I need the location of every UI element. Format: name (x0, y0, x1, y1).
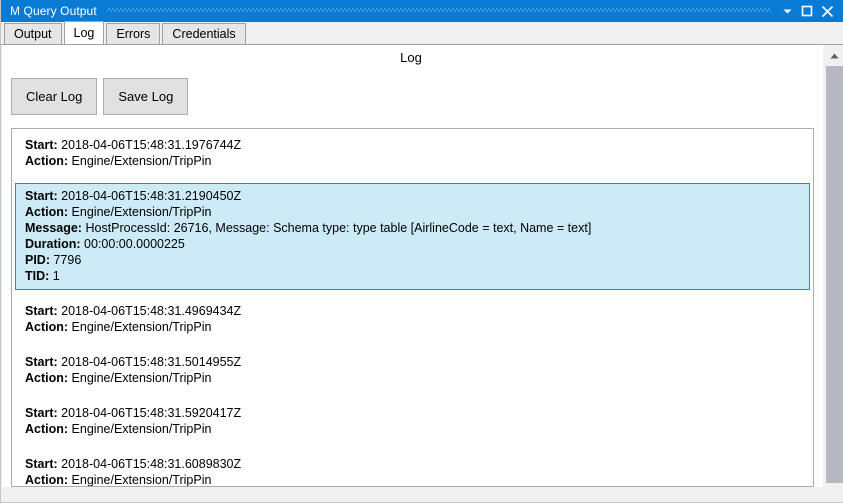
vertical-scrollbar[interactable] (823, 45, 843, 502)
log-entry-line: PID: 7796 (25, 252, 803, 268)
log-field-label: Start: (25, 457, 58, 471)
log-field-label: Action: (25, 154, 69, 168)
title-bar-grip (106, 0, 771, 22)
log-tab-panel: Log Clear Log Save Log Start: 2018-04-06… (2, 45, 843, 502)
log-entry-line: Start: 2018-04-06T15:48:31.1976744Z (25, 137, 803, 153)
title-bar[interactable]: M Query Output (1, 0, 843, 22)
log-entry-line: Start: 2018-04-06T15:48:31.6089830Z (25, 456, 803, 472)
log-entry[interactable]: Start: 2018-04-06T15:48:31.1976744Z Actio… (15, 132, 810, 175)
log-field-value: 2018-04-06T15:48:31.5920417Z (61, 406, 242, 420)
log-entry-line: Action: Engine/Extension/TripPin (25, 472, 803, 487)
log-entry-line: Action: Engine/Extension/TripPin (25, 370, 803, 386)
log-field-label: Action: (25, 320, 69, 334)
log-field-value: Engine/Extension/TripPin (71, 205, 212, 219)
log-field-value: Engine/Extension/TripPin (71, 154, 212, 168)
maximize-button[interactable] (797, 0, 817, 22)
log-field-value: 2018-04-06T15:48:31.6089830Z (61, 457, 242, 471)
log-entry-line: TID: 1 (25, 268, 803, 284)
log-field-label: Start: (25, 406, 58, 420)
log-entry-line: Start: 2018-04-06T15:48:31.5014955Z (25, 354, 803, 370)
window-title: M Query Output (10, 4, 97, 18)
log-field-label: Action: (25, 473, 69, 487)
log-entry-line: Start: 2018-04-06T15:48:31.2190450Z (25, 188, 803, 204)
log-entry-line: Action: Engine/Extension/TripPin (25, 319, 803, 335)
log-field-value: 7796 (53, 253, 82, 267)
log-field-label: Duration: (25, 237, 81, 251)
log-field-value: Engine/Extension/TripPin (71, 473, 212, 487)
log-entry-line: Action: Engine/Extension/TripPin (25, 421, 803, 437)
tab-credentials[interactable]: Credentials (162, 23, 246, 44)
close-button[interactable] (817, 0, 837, 22)
log-field-label: Action: (25, 422, 69, 436)
clear-log-button[interactable]: Clear Log (11, 78, 98, 115)
log-entry-line: Action: Engine/Extension/TripPin (25, 204, 803, 220)
log-field-value: Engine/Extension/TripPin (71, 371, 212, 385)
log-entry-line: Start: 2018-04-06T15:48:31.4969434Z (25, 303, 803, 319)
log-field-label: Start: (25, 189, 58, 203)
tab-log[interactable]: Log (63, 21, 105, 44)
minimize-button[interactable] (777, 0, 797, 22)
log-field-value: HostProcessId: 26716, Message: Schema ty… (85, 221, 592, 235)
tab-errors[interactable]: Errors (106, 23, 161, 44)
log-field-label: PID: (25, 253, 50, 267)
log-field-label: Message: (25, 221, 82, 235)
log-field-label: TID: (25, 269, 50, 283)
log-field-value: 2018-04-06T15:48:31.1976744Z (61, 138, 242, 152)
log-field-value: 2018-04-06T15:48:31.4969434Z (61, 304, 242, 318)
log-entry[interactable]: Start: 2018-04-06T15:48:31.5014955Z Actio… (15, 349, 810, 392)
log-entry-line: Duration: 00:00:00.0000225 (25, 236, 803, 252)
save-log-button[interactable]: Save Log (103, 78, 189, 115)
log-field-value: 2018-04-06T15:48:31.2190450Z (61, 189, 242, 203)
tab-strip: Output Log Errors Credentials (1, 21, 843, 45)
log-field-label: Start: (25, 138, 58, 152)
scroll-up-button[interactable] (826, 47, 843, 64)
log-field-value: 1 (52, 269, 60, 283)
page-title: Log (400, 50, 422, 65)
log-field-label: Start: (25, 355, 58, 369)
log-field-value: Engine/Extension/TripPin (71, 422, 212, 436)
log-field-label: Action: (25, 371, 69, 385)
log-entry[interactable]: Start: 2018-04-06T15:48:31.5920417Z Actio… (15, 400, 810, 443)
log-field-value: Engine/Extension/TripPin (71, 320, 212, 334)
tab-output[interactable]: Output (4, 23, 62, 44)
log-entry-list[interactable]: Start: 2018-04-06T15:48:31.1976744Z Actio… (11, 128, 814, 487)
log-field-value: 2018-04-06T15:48:31.5014955Z (61, 355, 242, 369)
m-query-output-window: M Query Output Output Log Errors Credent… (0, 0, 843, 503)
scrollbar-thumb[interactable] (826, 66, 843, 483)
window-bottom-strip (2, 487, 843, 502)
log-field-label: Start: (25, 304, 58, 318)
log-field-value: 00:00:00.0000225 (84, 237, 185, 251)
log-entry-line: Message: HostProcessId: 26716, Message: … (25, 220, 803, 236)
log-entry[interactable]: Start: 2018-04-06T15:48:31.4969434Z Actio… (15, 298, 810, 341)
log-entry-line: Action: Engine/Extension/TripPin (25, 153, 803, 169)
log-entry[interactable]: Start: 2018-04-06T15:48:31.6089830Z Actio… (15, 451, 810, 487)
log-field-label: Action: (25, 205, 69, 219)
log-toolbar: Clear Log Save Log (11, 78, 194, 115)
log-entry[interactable]: Start: 2018-04-06T15:48:31.2190450Z Actio… (15, 183, 810, 290)
log-entry-line: Start: 2018-04-06T15:48:31.5920417Z (25, 405, 803, 421)
